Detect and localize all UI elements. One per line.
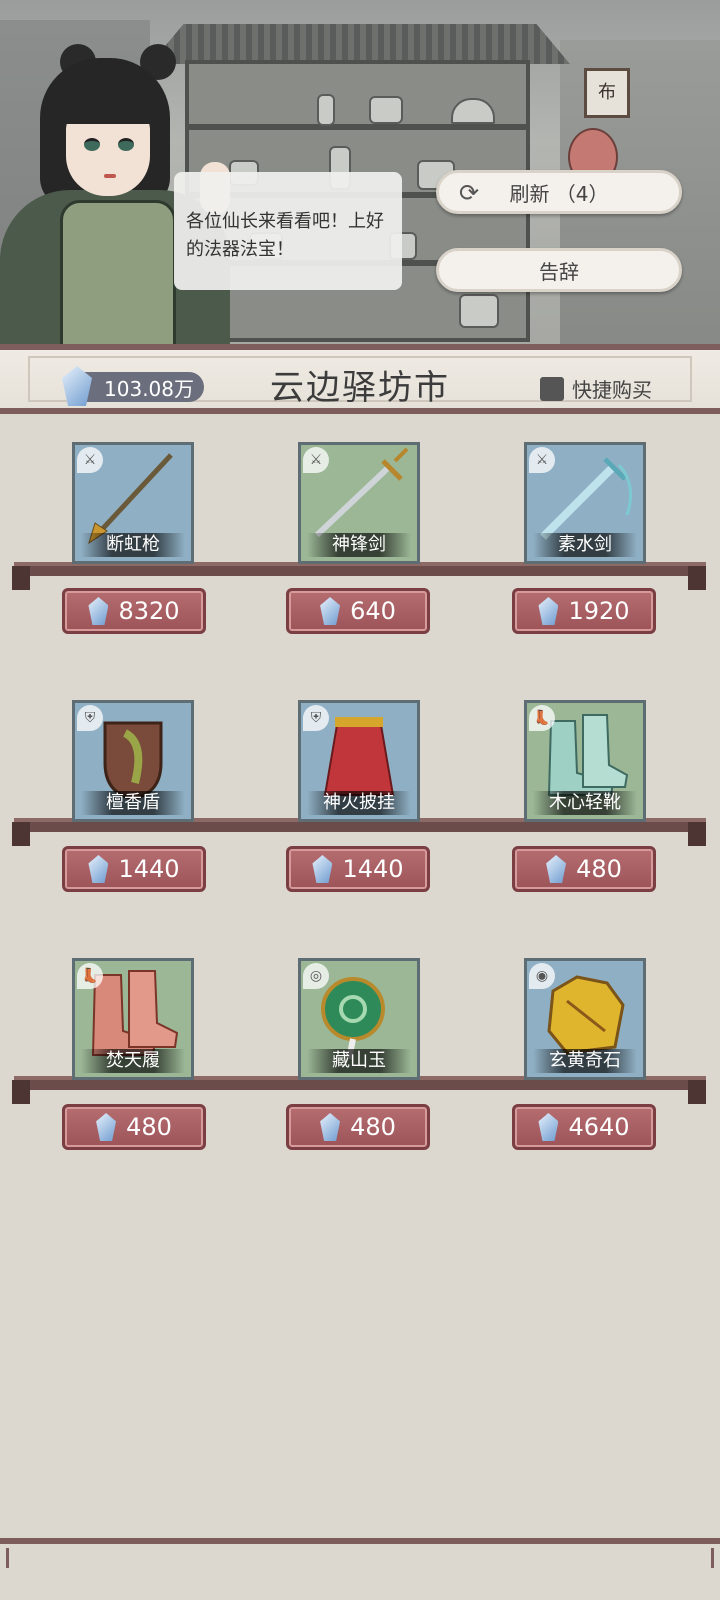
- item-card[interactable]: ⛨ 神火披挂: [298, 700, 420, 822]
- item-name: 素水剑: [533, 533, 637, 557]
- item-price: 1920: [568, 597, 630, 625]
- spirit-stone-icon: [312, 855, 333, 883]
- weapon-icon: ⚔: [529, 447, 555, 473]
- quick-buy-toggle[interactable]: 快捷购买: [540, 374, 652, 403]
- item-name: 木心轻靴: [533, 791, 637, 815]
- title-bar: 103.08万 云边驿坊市 快捷购买: [0, 344, 720, 414]
- item-price: 640: [350, 597, 396, 625]
- boots-icon: 👢: [529, 705, 555, 731]
- spirit-stone-icon: [96, 1113, 117, 1141]
- refresh-label: 刷新 （4）: [509, 181, 609, 206]
- armor-icon: ⛨: [77, 705, 103, 731]
- price-button[interactable]: 8320: [62, 588, 206, 634]
- spirit-stone-icon: [538, 1113, 559, 1141]
- item-price: 480: [350, 1113, 396, 1141]
- bottom-frame: [0, 1538, 720, 1600]
- leave-label: 告辞: [539, 259, 579, 284]
- price-button[interactable]: 1440: [286, 846, 430, 892]
- item-price: 1440: [342, 855, 404, 883]
- jade-icon: ◎: [303, 963, 329, 989]
- item-name: 神锋剑: [307, 533, 411, 557]
- item-name: 神火披挂: [307, 791, 411, 815]
- spirit-stone-icon: [538, 597, 559, 625]
- item-price: 8320: [118, 597, 180, 625]
- price-button[interactable]: 640: [286, 588, 430, 634]
- item-card[interactable]: 👢 木心轻靴: [524, 700, 646, 822]
- item-price: 1440: [118, 855, 180, 883]
- spirit-stone-icon: [88, 597, 109, 625]
- item-card[interactable]: ⛨ 檀香盾: [72, 700, 194, 822]
- shelf-row-1: [14, 562, 706, 576]
- refresh-button[interactable]: ⟳ 刷新 （4）: [436, 170, 682, 214]
- spirit-stone-icon: [88, 855, 109, 883]
- item-price: 4640: [568, 1113, 630, 1141]
- refresh-icon: ⟳: [459, 179, 480, 207]
- item-card[interactable]: ⚔ 素水剑: [524, 442, 646, 564]
- spirit-stone-icon: [546, 855, 567, 883]
- shop-sign: 布: [584, 68, 630, 118]
- shop-scene: 布 各位仙长来看看吧！上好的法器法宝！ ⟳ 刷新 （4） 告辞: [0, 0, 720, 352]
- item-name: 断虹枪: [81, 533, 185, 557]
- weapon-icon: ⚔: [77, 447, 103, 473]
- quick-buy-label: 快捷购买: [572, 378, 652, 402]
- item-name: 焚天履: [81, 1049, 185, 1073]
- item-name: 藏山玉: [307, 1049, 411, 1073]
- item-card[interactable]: ◉ 玄黄奇石: [524, 958, 646, 1080]
- price-button[interactable]: 1440: [62, 846, 206, 892]
- weapon-icon: ⚔: [303, 447, 329, 473]
- spirit-stone-icon: [320, 1113, 341, 1141]
- item-card[interactable]: 👢 焚天履: [72, 958, 194, 1080]
- item-card[interactable]: ⚔ 神锋剑: [298, 442, 420, 564]
- item-card[interactable]: ◎ 藏山玉: [298, 958, 420, 1080]
- price-button[interactable]: 480: [512, 846, 656, 892]
- spirit-stone-icon: [320, 597, 341, 625]
- leave-button[interactable]: 告辞: [436, 248, 682, 292]
- item-card[interactable]: ⚔ 断虹枪: [72, 442, 194, 564]
- item-name: 玄黄奇石: [533, 1049, 637, 1073]
- stone-icon: ◉: [529, 963, 555, 989]
- price-button[interactable]: 4640: [512, 1104, 656, 1150]
- item-price: 480: [576, 855, 622, 883]
- armor-icon: ⛨: [303, 705, 329, 731]
- boots-icon: 👢: [77, 963, 103, 989]
- price-button[interactable]: 480: [286, 1104, 430, 1150]
- checkbox[interactable]: [540, 376, 564, 401]
- speech-bubble: 各位仙长来看看吧！上好的法器法宝！: [174, 172, 402, 290]
- item-name: 檀香盾: [81, 791, 185, 815]
- price-button[interactable]: 1920: [512, 588, 656, 634]
- price-button[interactable]: 480: [62, 1104, 206, 1150]
- item-price: 480: [126, 1113, 172, 1141]
